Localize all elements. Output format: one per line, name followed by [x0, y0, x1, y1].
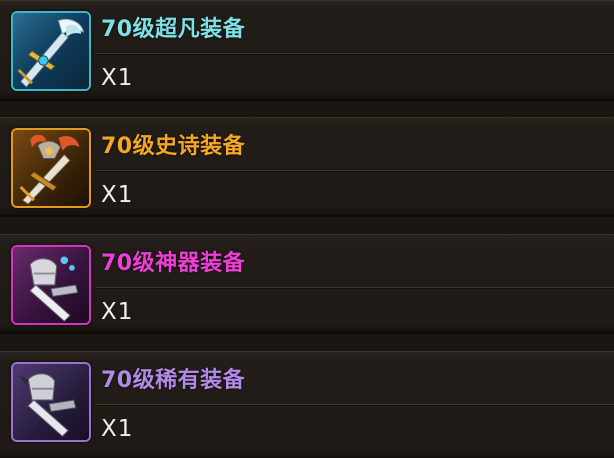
- item-quantity: X1: [101, 416, 134, 442]
- reward-item: 70级稀有装备 X1: [0, 351, 614, 458]
- item-name: 70级超凡装备: [101, 17, 246, 42]
- item-quantity: X1: [101, 65, 134, 91]
- item-icon-frame[interactable]: [11, 362, 91, 442]
- reward-item: 70级神器装备 X1: [0, 234, 614, 334]
- reward-list: 70级超凡装备 X1 70级史诗装备 X1 70级神器装备 X1 70级稀有装备…: [0, 0, 614, 458]
- divider: [96, 287, 614, 289]
- legendary-sword-icon: [13, 130, 89, 206]
- item-name: 70级史诗装备: [101, 134, 246, 159]
- divider: [96, 170, 614, 172]
- rare-gauntlet-icon: [13, 364, 89, 440]
- divider: [96, 53, 614, 55]
- reward-item: 70级超凡装备 X1: [0, 0, 614, 101]
- item-name: 70级神器装备: [101, 251, 246, 276]
- item-quantity: X1: [101, 182, 134, 208]
- item-name: 70级稀有装备: [101, 368, 246, 393]
- item-quantity: X1: [101, 299, 134, 325]
- item-icon-frame[interactable]: [11, 11, 91, 91]
- item-icon-frame[interactable]: [11, 245, 91, 325]
- artifact-gauntlet-icon: [13, 247, 89, 323]
- divider: [96, 404, 614, 406]
- item-icon-frame[interactable]: [11, 128, 91, 208]
- reward-item: 70级史诗装备 X1: [0, 117, 614, 217]
- epic-sword-icon: [13, 13, 89, 89]
